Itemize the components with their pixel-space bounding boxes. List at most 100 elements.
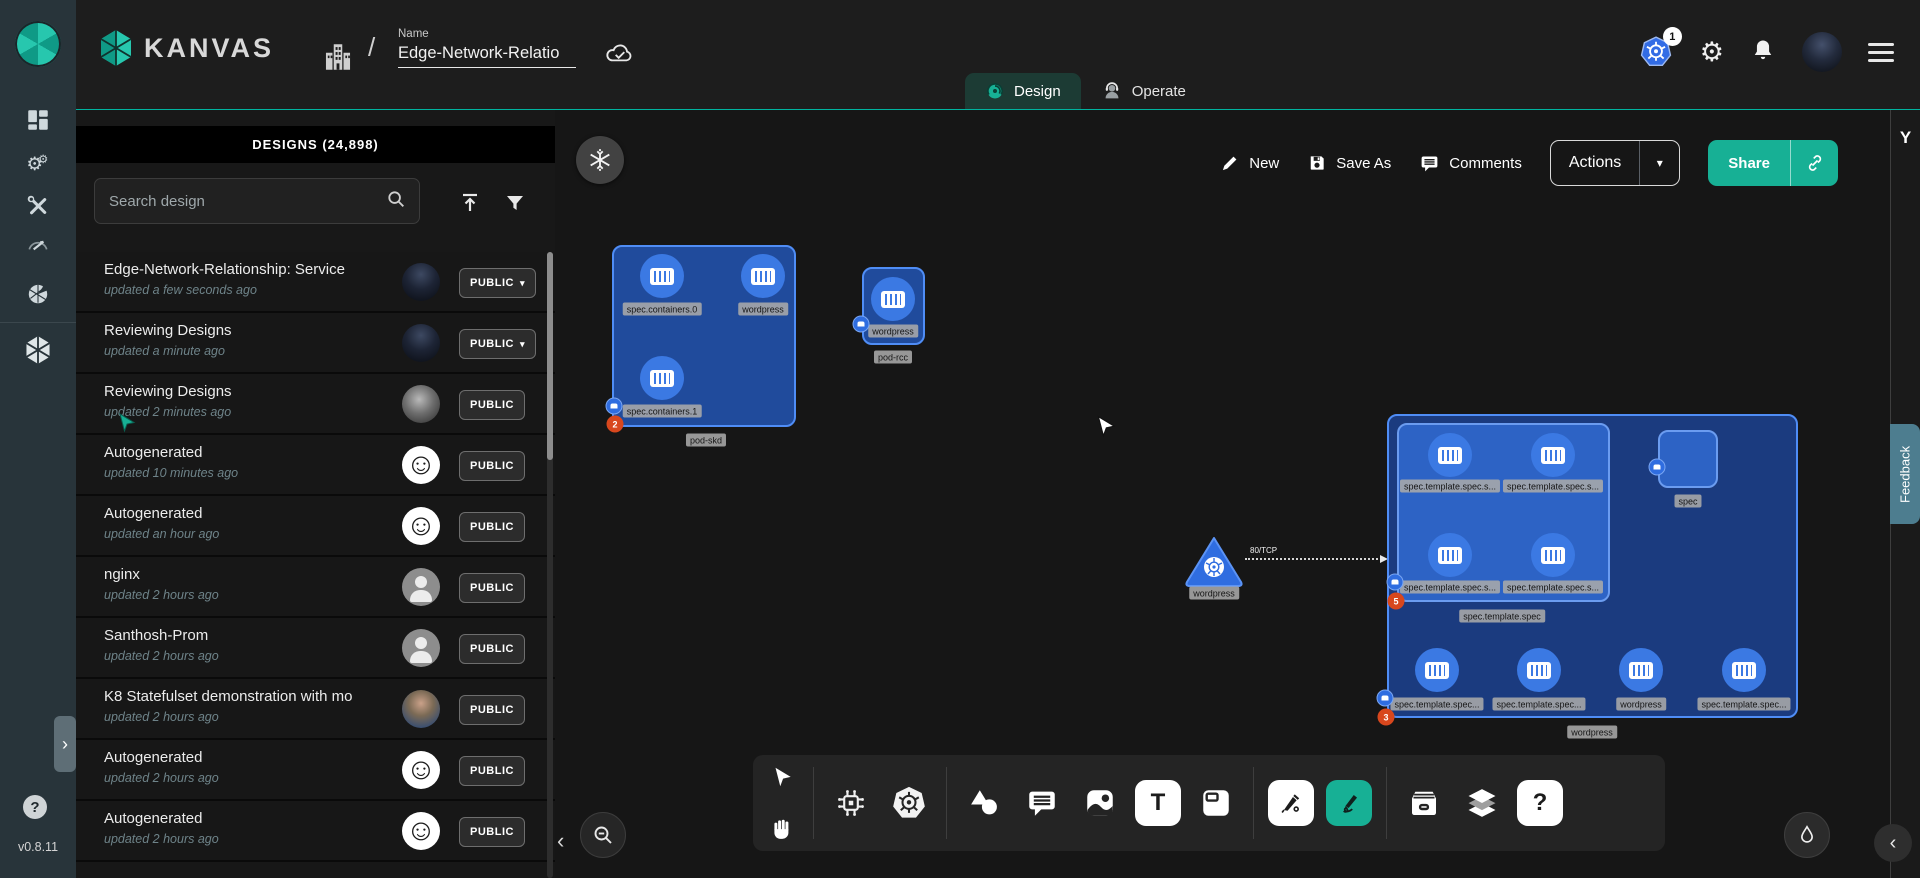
- actions-caret[interactable]: ▾: [1639, 141, 1679, 185]
- panel-scrollbar-thumb[interactable]: [547, 252, 553, 460]
- feedback-tab[interactable]: Feedback: [1890, 424, 1920, 524]
- publish-upload-icon[interactable]: [455, 188, 485, 218]
- filter-icon[interactable]: [500, 188, 530, 218]
- shapes-tool[interactable]: [955, 774, 1013, 832]
- comment-tool[interactable]: [1013, 774, 1071, 832]
- design-name-field[interactable]: Name Edge-Network-Relatio: [398, 28, 576, 68]
- collapse-panel-chevron[interactable]: ‹: [557, 828, 564, 854]
- visibility-badge[interactable]: PUBLIC: [459, 573, 525, 603]
- components-chip-tool[interactable]: [822, 774, 880, 832]
- menu-hamburger-icon[interactable]: [1868, 43, 1894, 62]
- sidebar-item-performance[interactable]: [23, 230, 53, 260]
- service-node[interactable]: [1183, 534, 1245, 588]
- pen-tool[interactable]: [1262, 774, 1320, 832]
- help-tool[interactable]: ?: [1511, 774, 1569, 832]
- visibility-badge[interactable]: PUBLIC: [459, 512, 525, 542]
- design-list-item[interactable]: K8 Statefulset demonstration with mo upd…: [76, 679, 555, 740]
- design-list-item[interactable]: Autogenerated updated 2 hours ago ☺ PUBL…: [76, 740, 555, 801]
- kubernetes-badge[interactable]: [606, 398, 623, 415]
- user-avatar[interactable]: [1802, 32, 1842, 72]
- sidebar-item-lifecycle[interactable]: ⚙⚙: [23, 148, 53, 178]
- tab-design[interactable]: Design: [965, 73, 1081, 109]
- design-name-value[interactable]: Edge-Network-Relatio: [398, 44, 576, 68]
- design-list-item[interactable]: Edge-Network-Relationship: Service updat…: [76, 252, 555, 313]
- container-node[interactable]: [640, 356, 684, 400]
- kubernetes-context-switcher[interactable]: 1: [1638, 35, 1674, 69]
- design-list-item[interactable]: Autogenerated updated 2 hours ago ☺ PUBL…: [76, 801, 555, 862]
- issue-count-badge[interactable]: 2: [607, 416, 624, 433]
- sidebar-item-dashboard[interactable]: [23, 105, 53, 135]
- sidebar-item-extensions[interactable]: [23, 278, 53, 308]
- select-cursor-tool[interactable]: [769, 765, 795, 791]
- help-button[interactable]: ?: [23, 795, 47, 819]
- sidebar-item-configuration[interactable]: [23, 191, 53, 221]
- container-node[interactable]: [871, 277, 915, 321]
- issue-count-badge[interactable]: 3: [1378, 709, 1395, 726]
- kubernetes-badge[interactable]: [1377, 690, 1394, 707]
- container-node[interactable]: [1517, 648, 1561, 692]
- network-edge[interactable]: [1245, 558, 1386, 560]
- snowflake-button[interactable]: [576, 136, 624, 184]
- visibility-badge[interactable]: PUBLIC: [459, 695, 525, 725]
- actions-label[interactable]: Actions: [1551, 154, 1639, 172]
- validation-flask-icon[interactable]: Y: [1891, 128, 1920, 148]
- kubernetes-badge[interactable]: [1387, 574, 1404, 591]
- kubernetes-badge[interactable]: [1649, 459, 1666, 476]
- container-node[interactable]: [1428, 433, 1472, 477]
- design-list-item[interactable]: Reviewing Designs updated a minute ago P…: [76, 313, 555, 374]
- kanvas-logo[interactable]: KANVAS: [98, 28, 274, 68]
- sidebar-expand-button[interactable]: ›: [54, 716, 76, 772]
- search-input[interactable]: [95, 193, 385, 210]
- container-node[interactable]: [1428, 533, 1472, 577]
- visibility-badge[interactable]: PUBLIC: [459, 634, 525, 664]
- visibility-badge[interactable]: PUBLIC▾: [459, 329, 536, 359]
- text-tool[interactable]: T: [1129, 774, 1187, 832]
- container-node[interactable]: [1531, 433, 1575, 477]
- settings-gear-icon[interactable]: ⚙: [1700, 39, 1724, 66]
- issue-count-badge[interactable]: 5: [1388, 593, 1405, 610]
- share-label[interactable]: Share: [1708, 155, 1790, 172]
- copy-link-button[interactable]: [1790, 140, 1838, 186]
- sidebar-item-kanvas[interactable]: [23, 335, 53, 365]
- pan-hand-tool[interactable]: [769, 815, 795, 841]
- design-search[interactable]: [94, 178, 420, 224]
- comments-button[interactable]: Comments: [1419, 153, 1522, 174]
- tab-operate[interactable]: Operate: [1081, 73, 1206, 109]
- kubernetes-tool[interactable]: [880, 774, 938, 832]
- notifications-bell-icon[interactable]: [1750, 36, 1776, 69]
- design-list-item[interactable]: Santhosh-Prom updated 2 hours ago PUBLIC: [76, 618, 555, 679]
- container-node[interactable]: [640, 254, 684, 298]
- visibility-badge[interactable]: PUBLIC: [459, 756, 525, 786]
- visibility-badge[interactable]: PUBLIC: [459, 451, 525, 481]
- actions-split-button[interactable]: Actions ▾: [1550, 140, 1680, 186]
- validate-drop-button[interactable]: [1784, 812, 1830, 858]
- design-list-item[interactable]: [76, 862, 555, 878]
- save-as-button[interactable]: Save As: [1307, 153, 1391, 173]
- design-list-item[interactable]: nginx updated 2 hours ago PUBLIC: [76, 557, 555, 618]
- frame-tool[interactable]: [1187, 774, 1245, 832]
- visibility-badge[interactable]: PUBLIC▾: [459, 268, 536, 298]
- meshery-logo[interactable]: [15, 21, 61, 67]
- layers-tool[interactable]: [1453, 774, 1511, 832]
- container-node[interactable]: [1722, 648, 1766, 692]
- zoom-out-button[interactable]: [580, 812, 626, 858]
- container-node[interactable]: [1531, 533, 1575, 577]
- image-tool[interactable]: [1071, 774, 1129, 832]
- design-list-item[interactable]: Autogenerated updated 10 minutes ago ☺ P…: [76, 435, 555, 496]
- doodle-tool-active[interactable]: [1320, 774, 1378, 832]
- visibility-badge[interactable]: PUBLIC: [459, 390, 525, 420]
- collapse-right-chevron[interactable]: ‹: [1874, 824, 1912, 862]
- kubernetes-badge[interactable]: [853, 316, 870, 333]
- design-canvas[interactable]: New Save As Comments Actions: [555, 110, 1890, 878]
- new-button[interactable]: New: [1220, 153, 1279, 173]
- design-list-item[interactable]: Autogenerated updated an hour ago ☺ PUBL…: [76, 496, 555, 557]
- share-split-button[interactable]: Share: [1708, 140, 1838, 186]
- container-node[interactable]: [741, 254, 785, 298]
- organization-icon[interactable]: [321, 40, 355, 79]
- node-spec[interactable]: [1658, 430, 1718, 488]
- drawer-tool[interactable]: [1395, 774, 1453, 832]
- visibility-badge[interactable]: PUBLIC: [459, 817, 525, 847]
- container-node[interactable]: [1619, 648, 1663, 692]
- container-node[interactable]: [1415, 648, 1459, 692]
- design-list-item[interactable]: Reviewing Designs updated 2 minutes ago …: [76, 374, 555, 435]
